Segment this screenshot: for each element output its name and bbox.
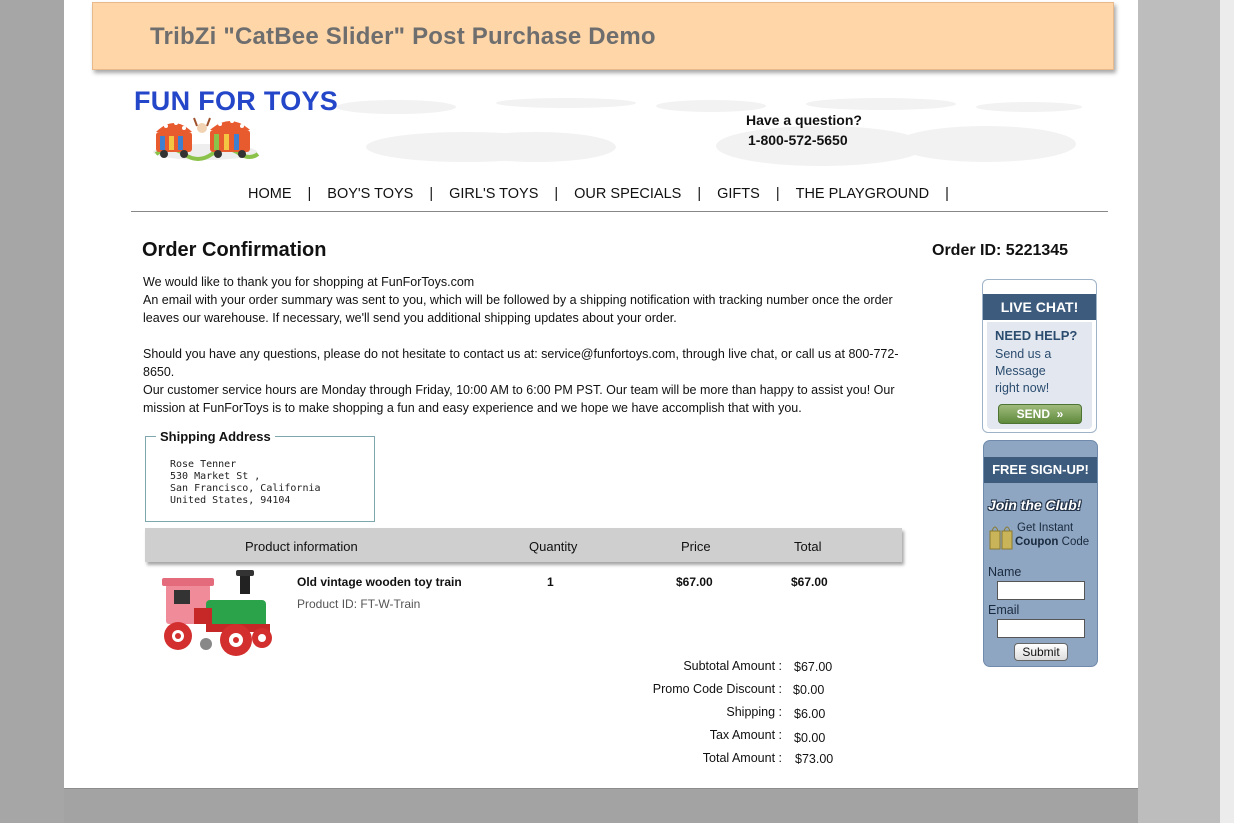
contact-line: mission at FunForToys is to make shoppin… <box>143 401 802 415</box>
nav-divider <box>131 211 1108 212</box>
send-button-label: SEND <box>1016 407 1050 421</box>
nav-separator: | <box>307 186 312 202</box>
shipping-address-lines: Rose Tenner 530 Market St , San Francisc… <box>170 459 321 507</box>
logo-text[interactable]: FUN FOR TOYS <box>134 86 338 117</box>
signup-widget: FREE SIGN-UP! Join the Club! Get Instant… <box>983 440 1098 667</box>
subtotal-label: Subtotal Amount : <box>683 659 782 673</box>
nav-separator: | <box>945 186 949 202</box>
bottom-bar <box>64 788 1138 823</box>
nav-separator: | <box>775 186 780 202</box>
join-club-text: Join the Club! <box>988 497 1082 513</box>
shipping-value: $6.00 <box>794 707 826 721</box>
demo-banner: TribZi "CatBee Slider" Post Purchase Dem… <box>92 2 1114 70</box>
live-chat-header[interactable]: LIVE CHAT! <box>983 294 1096 320</box>
header-quantity: Quantity <box>529 539 578 554</box>
contact-phone: 1-800-572-5650 <box>748 132 848 148</box>
coupon-gift-icon <box>989 526 1013 550</box>
shipping-address-line: United States, 94104 <box>170 495 291 506</box>
name-label: Name <box>988 565 1022 579</box>
coupon-rest-text: Code <box>1061 536 1090 548</box>
order-table-header: Product information Quantity Price Total <box>145 528 902 562</box>
shipping-address-legend: Shipping Address <box>156 429 275 444</box>
shipping-label: Shipping : <box>726 705 782 719</box>
logo-toy-wagons-icon <box>153 117 260 161</box>
header-total: Total <box>794 539 822 554</box>
contact-line: Should you have any questions, please do… <box>143 347 899 379</box>
product-id: Product ID: FT-W-Train <box>297 597 421 611</box>
tax-value: $0.00 <box>794 731 826 745</box>
header-price: Price <box>681 539 711 554</box>
shipping-address-line: 530 Market St , <box>170 471 261 482</box>
email-label: Email <box>988 603 1020 617</box>
email-field[interactable] <box>997 619 1085 638</box>
nav-separator: | <box>697 186 702 202</box>
right-background-strip <box>1138 0 1220 823</box>
header-product-information: Product information <box>245 539 358 554</box>
product-quantity: 1 <box>547 575 554 589</box>
nav-item-our-specials[interactable]: OUR SPECIALS <box>574 186 681 202</box>
nav-separator: | <box>554 186 559 202</box>
nav-item-girls-toys[interactable]: GIRL'S TOYS <box>449 186 538 202</box>
nav-item-the-playground[interactable]: THE PLAYGROUND <box>796 186 929 202</box>
main-nav: HOME | BOY'S TOYS | GIRL'S TOYS | OUR SP… <box>248 186 965 202</box>
coupon-bold-text: Coupon <box>1015 536 1059 548</box>
shipping-address-line: Rose Tenner <box>170 459 237 470</box>
live-chat-body: NEED HELP? Send us a Message right now! … <box>987 322 1092 429</box>
promo-discount-value: $0.00 <box>793 683 825 697</box>
shipping-address-line: San Francisco, California <box>170 483 321 494</box>
product-price: $67.00 <box>676 575 713 589</box>
thank-you-line: We would like to thank you for shopping … <box>143 275 475 289</box>
total-amount-label: Total Amount : <box>702 751 782 765</box>
thank-you-paragraph: We would like to thank you for shopping … <box>143 273 923 327</box>
double-chevron-right-icon: » <box>1053 407 1064 421</box>
nav-item-home[interactable]: HOME <box>248 186 292 202</box>
tax-label: Tax Amount : <box>709 728 782 742</box>
need-help-text: NEED HELP? <box>995 328 1078 343</box>
toy-train-image <box>162 570 272 656</box>
thank-you-line: leaves our warehouse. If necessary, we'l… <box>143 311 677 325</box>
nav-separator: | <box>429 186 434 202</box>
page-title: Order Confirmation <box>142 239 327 261</box>
right-background-edge <box>1220 0 1234 823</box>
header-cloud-decoration <box>336 96 1082 186</box>
thank-you-line: An email with your order summary was sen… <box>143 293 893 307</box>
coupon-code-text: Coupon Code <box>1015 536 1089 548</box>
total-amount-value: $73.00 <box>795 752 834 766</box>
submit-button[interactable]: Submit <box>1014 643 1068 661</box>
product-name[interactable]: Old vintage wooden toy train <box>297 575 462 589</box>
contact-question: Have a question? <box>746 112 862 128</box>
live-chat-widget[interactable]: LIVE CHAT! NEED HELP? Send us a Message … <box>982 279 1097 433</box>
contact-line: Our customer service hours are Monday th… <box>143 383 895 397</box>
demo-title: TribZi "CatBee Slider" Post Purchase Dem… <box>150 23 656 50</box>
signup-header: FREE SIGN-UP! <box>984 457 1097 483</box>
chat-message-line: Message <box>995 364 1046 378</box>
chat-message-text: Send us a Message right now! <box>995 346 1085 397</box>
name-field[interactable] <box>997 581 1085 600</box>
chat-message-line: Send us a <box>995 347 1052 361</box>
nav-item-boys-toys[interactable]: BOY'S TOYS <box>327 186 413 202</box>
send-button[interactable]: SEND » <box>998 404 1082 424</box>
chat-message-line: right now! <box>995 381 1050 395</box>
promo-discount-label: Promo Code Discount : <box>652 682 782 696</box>
contact-paragraph: Should you have any questions, please do… <box>143 345 923 417</box>
product-total: $67.00 <box>791 575 828 589</box>
order-id: Order ID: 5221345 <box>932 242 1069 259</box>
nav-item-gifts[interactable]: GIFTS <box>717 186 760 202</box>
coupon-text: Get Instant <box>1017 522 1074 534</box>
subtotal-value: $67.00 <box>794 660 833 674</box>
shipping-address-box: Shipping Address Rose Tenner 530 Market … <box>145 429 375 522</box>
